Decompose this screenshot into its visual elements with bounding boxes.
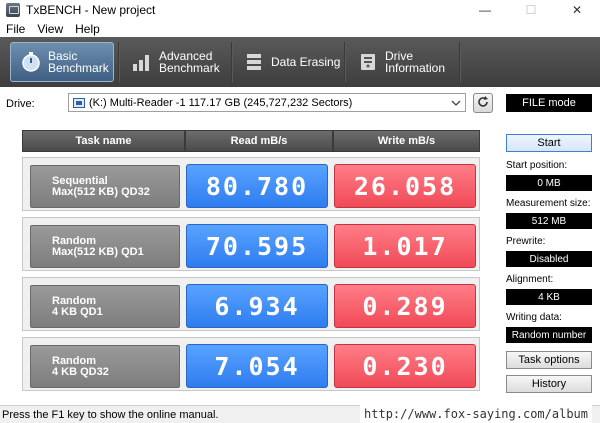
read-value: 6.934 [186,284,328,328]
drive-select[interactable]: (K:) Multi-Reader -1 117.17 GB (245,727,… [68,93,466,112]
history-button[interactable]: History [506,375,592,393]
table-row: Random 4 KB QD1 6.934 0.289 [22,277,480,331]
window-controls: — ☐ ✕ [462,0,600,20]
write-value: 1.017 [334,224,476,268]
menu-file[interactable]: File [0,22,31,36]
status-text: Press the F1 key to show the online manu… [2,408,219,421]
header-task-name: Task name [22,130,185,152]
read-value: 80.780 [186,164,328,208]
minimize-button[interactable]: — [462,0,508,20]
file-mode-indicator: FILE mode [506,94,592,112]
tab-separator [344,42,346,82]
drive-icon [73,97,85,108]
task-options-button[interactable]: Task options [506,351,592,369]
tab-separator [231,42,233,82]
tab-basic-line2: Benchmark [48,61,109,75]
table-row: Sequential Max(512 KB) QD32 80.780 26.05… [22,157,480,211]
eraser-icon [243,51,265,73]
table-row: Random Max(512 KB) QD1 70.595 1.017 [22,217,480,271]
refresh-icon [476,95,490,112]
maximize-button[interactable]: ☐ [508,0,554,20]
close-button[interactable]: ✕ [554,0,600,20]
header-write: Write mB/s [333,130,480,152]
table-row: Random 4 KB QD32 7.054 0.230 [22,337,480,391]
tab-separator [118,42,120,82]
refresh-button[interactable] [473,93,493,113]
header-read: Read mB/s [185,130,333,152]
read-value: 7.054 [186,344,328,388]
measurement-size-value[interactable]: 512 MB [506,213,592,229]
menu-bar: File View Help [0,20,600,37]
tab-erasing-label: Data Erasing [271,55,341,69]
app-icon [6,3,20,17]
tab-data-erasing[interactable]: Data Erasing [234,42,342,82]
start-position-value[interactable]: 0 MB [506,175,592,191]
bar-chart-icon [131,51,153,73]
stopwatch-icon [20,51,42,73]
window-title: TxBENCH - New project [26,3,156,17]
prewrite-label: Prewrite: [506,236,546,247]
chevron-down-icon [451,98,461,108]
drive-label: Drive: [6,98,35,110]
writing-data-value[interactable]: Random number [506,327,592,343]
toolbar: Basic Benchmark Advanced Benchmark Data Er… [0,37,600,87]
tab-drive-information[interactable]: Drive Information [348,42,456,82]
measurement-size-label: Measurement size: [506,198,591,209]
tab-separator [459,42,461,82]
write-value: 0.230 [334,344,476,388]
writing-data-label: Writing data: [506,312,562,323]
prewrite-value[interactable]: Disabled [506,251,592,267]
alignment-label: Alignment: [506,274,554,285]
benchmark-table: Task name Read mB/s Write mB/s Sequentia… [22,130,480,398]
alignment-value[interactable]: 4 KB [506,289,592,305]
start-button[interactable]: Start [506,134,592,152]
task-button-seq-512k-qd32[interactable]: Sequential Max(512 KB) QD32 [30,165,180,208]
write-value: 0.289 [334,284,476,328]
task-button-rnd-512k-qd1[interactable]: Random Max(512 KB) QD1 [30,225,180,268]
start-position-label: Start position: [506,160,568,171]
menu-view[interactable]: View [31,22,69,36]
task-button-rnd-4k-qd32[interactable]: Random 4 KB QD32 [30,345,180,388]
tab-advanced-benchmark[interactable]: Advanced Benchmark [122,42,228,82]
read-value: 70.595 [186,224,328,268]
menu-help[interactable]: Help [69,22,106,36]
title-bar: TxBENCH - New project — ☐ ✕ [0,0,600,20]
write-value: 26.058 [334,164,476,208]
drive-selected-value: (K:) Multi-Reader -1 117.17 GB (245,727,… [89,96,353,109]
drive-info-icon [357,51,379,73]
tab-drive-line2: Information [385,61,446,75]
tab-basic-benchmark[interactable]: Basic Benchmark [10,42,114,82]
tab-advanced-line2: Benchmark [159,61,220,75]
task-button-rnd-4k-qd1[interactable]: Random 4 KB QD1 [30,285,180,328]
watermark: http://www.fox-saying.com/album [360,405,592,423]
